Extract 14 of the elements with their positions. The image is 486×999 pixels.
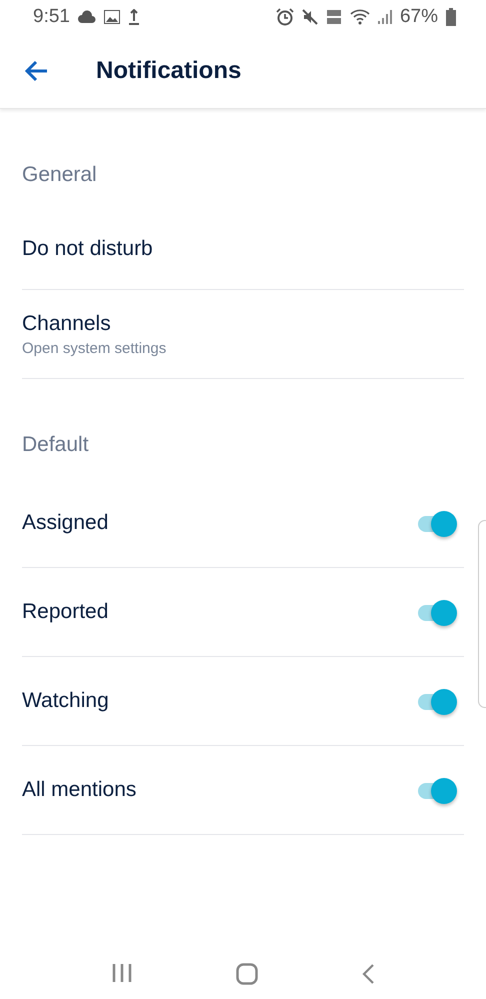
page-title: Notifications [96,57,242,85]
item-label: Channels [22,312,112,336]
item-label: Reported [22,600,110,624]
status-time: 9:51 [33,6,70,28]
item-label: Do not disturb [22,237,154,261]
section-title: General [22,162,98,188]
section-title: Default [22,432,90,458]
battery-percent: 67% [400,6,438,28]
item-label: Watching [22,689,110,713]
item-subtitle: Open system settings [22,340,168,356]
settings-item[interactable]: Do not disturb [22,209,464,290]
settings-item[interactable]: Channels Open system settings [22,290,464,379]
item-label: Assigned [22,511,110,535]
item-label: All mentions [22,778,138,802]
